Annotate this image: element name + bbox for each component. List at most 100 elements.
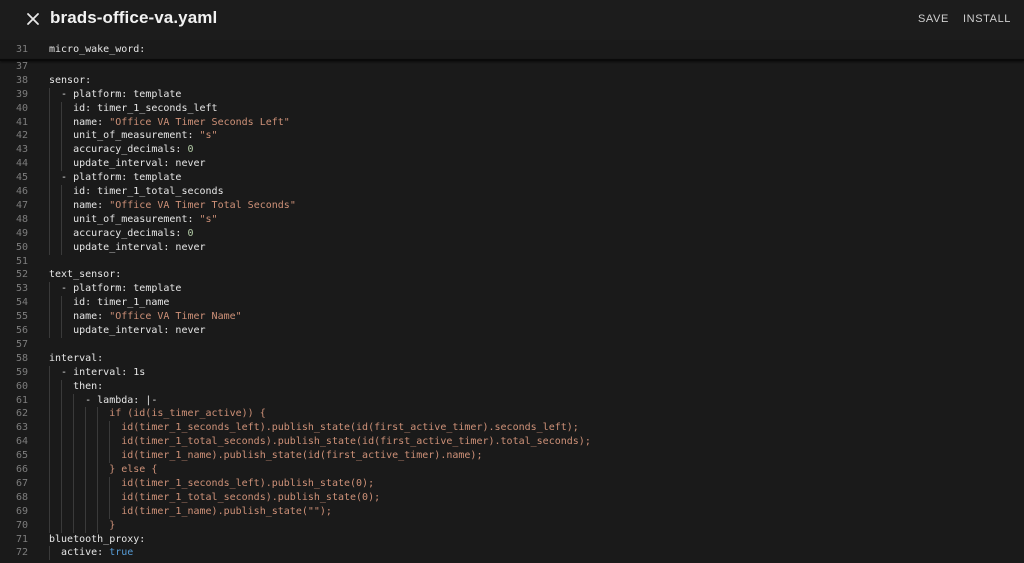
close-icon[interactable] <box>22 8 44 30</box>
indent-guide <box>61 212 63 227</box>
indent-guide <box>97 421 99 436</box>
code-token: "Office VA Timer Name" <box>109 311 242 323</box>
indent-guide <box>61 393 63 408</box>
code-token: "s" <box>199 130 218 142</box>
code-editor[interactable]: 31 micro_wake_word: 37 38 sensor: 39 - platfor… <box>0 40 1024 563</box>
code-token: - platform: template <box>61 283 182 295</box>
code-token: unit_of_measurement: <box>73 213 200 225</box>
code-line[interactable]: 57 <box>0 338 1024 352</box>
code-token: "s" <box>199 213 218 225</box>
indent-guide <box>49 421 50 436</box>
code-line[interactable]: 43 accuracy_decimals: 0 <box>0 143 1024 157</box>
code-line[interactable]: 60 then: <box>0 380 1024 394</box>
code-line[interactable]: 58 interval: <box>0 352 1024 366</box>
code-text: name: "Office VA Timer Total Seconds" <box>73 199 296 213</box>
code-line[interactable]: 40 id: timer_1_seconds_left <box>0 102 1024 116</box>
code-token: if (id(is_timer_active)) { <box>109 408 266 420</box>
code-line[interactable]: 45 - platform: template <box>0 171 1024 185</box>
line-number: 57 <box>15 338 28 350</box>
indent-guide <box>61 101 63 116</box>
indent-guide <box>49 463 50 477</box>
code-line[interactable]: 66} else { <box>0 463 1024 477</box>
code-text: - platform: template <box>61 88 181 102</box>
line-number: 50 <box>15 241 28 253</box>
code-line[interactable]: 53 - platform: template <box>0 282 1024 296</box>
code-line[interactable]: 46 id: timer_1_total_seconds <box>0 185 1024 199</box>
line-number: 53 <box>15 283 28 295</box>
indent-guide <box>73 421 75 436</box>
code-line[interactable]: 38 sensor: <box>0 74 1024 88</box>
code-line[interactable]: 63 id(timer_1_seconds_left).publish_state… <box>0 421 1024 435</box>
indent-guide <box>61 490 63 505</box>
code-line[interactable]: 48 unit_of_measurement: "s" <box>0 213 1024 227</box>
code-line[interactable]: 62 if (id(is_timer_active)) { <box>0 407 1024 421</box>
code-line[interactable]: 59 - interval: 1s <box>0 366 1024 380</box>
indent-guide <box>49 198 50 213</box>
indent-guide <box>61 310 63 325</box>
code-line[interactable]: 68 id(timer_1_total_seconds).publish_stat… <box>0 491 1024 505</box>
line-number: 51 <box>15 255 28 267</box>
indent-guide <box>49 157 50 172</box>
code-line[interactable]: 56 update_interval: never <box>0 324 1024 338</box>
indent-guide <box>61 115 63 130</box>
indent-guide <box>61 296 63 311</box>
code-line[interactable]: 51 <box>0 255 1024 269</box>
code-token: id(timer_1_total_seconds).publish_state(… <box>121 436 591 448</box>
code-line[interactable]: 39 - platform: template <box>0 88 1024 102</box>
code-text: micro_wake_word: <box>49 43 145 57</box>
indent-guide <box>61 504 63 519</box>
code-line[interactable]: 50 update_interval: never <box>0 241 1024 255</box>
code-line[interactable]: 31 micro_wake_word: <box>0 43 1024 57</box>
code-token: active: <box>61 547 110 559</box>
code-line[interactable]: 47 name: "Office VA Timer Total Seconds" <box>0 199 1024 213</box>
line-number: 41 <box>15 116 28 128</box>
indent-guide <box>73 449 75 464</box>
code-line[interactable]: 67 id(timer_1_seconds_left).publish_state… <box>0 477 1024 491</box>
code-token: update_interval: never <box>73 325 206 336</box>
code-text: active: true <box>61 546 133 560</box>
indent-guide <box>73 435 75 450</box>
code-line[interactable]: 44 update_interval: never <box>0 157 1024 171</box>
code-token: update_interval: never <box>73 241 206 253</box>
code-line[interactable]: 42 unit_of_measurement: "s" <box>0 129 1024 143</box>
line-number: 31 <box>15 44 28 55</box>
code-line[interactable]: 37 <box>0 60 1024 74</box>
code-line[interactable]: 54 id: timer_1_name <box>0 296 1024 310</box>
indent-guide <box>49 546 50 561</box>
save-button[interactable]: SAVE <box>918 13 949 25</box>
indent-guide <box>49 449 50 464</box>
install-button[interactable]: INSTALL <box>963 13 1011 25</box>
indent-guide <box>49 101 50 116</box>
indent-guide <box>85 463 87 477</box>
code-line[interactable]: 61 - lambda: |- <box>0 394 1024 408</box>
code-line[interactable]: 69 id(timer_1_name).publish_state(""); <box>0 505 1024 519</box>
code-line[interactable]: 65 id(timer_1_name).publish_state(id(firs… <box>0 449 1024 463</box>
code-line[interactable]: 72 active: true <box>0 546 1024 560</box>
code-line[interactable]: 64 id(timer_1_total_seconds).publish_stat… <box>0 435 1024 449</box>
code-line[interactable]: 41 name: "Office VA Timer Seconds Left" <box>0 116 1024 130</box>
code-line[interactable]: 70} <box>0 519 1024 533</box>
top-bar: brads-office-va.yaml SAVE INSTALL <box>0 0 1024 40</box>
code-token: 0 <box>187 144 194 156</box>
file-title: brads-office-va.yaml <box>50 8 218 27</box>
code-text: name: "Office VA Timer Name" <box>73 310 242 324</box>
code-text: bluetooth_proxy: <box>49 533 145 547</box>
line-number: 59 <box>15 366 28 378</box>
line-number: 69 <box>15 505 28 517</box>
line-number: 45 <box>15 172 28 184</box>
code-line[interactable]: 71 bluetooth_proxy: <box>0 533 1024 547</box>
code-text: text_sensor: <box>49 268 121 282</box>
line-number: 68 <box>15 491 28 503</box>
indent-guide <box>73 504 75 519</box>
code-line[interactable]: 55 name: "Office VA Timer Name" <box>0 310 1024 324</box>
indent-guide <box>49 435 50 450</box>
line-number: 56 <box>15 325 28 336</box>
code-token: text_sensor: <box>49 269 122 281</box>
line-number: 54 <box>15 297 28 309</box>
line-number: 66 <box>15 464 28 475</box>
indent-guide <box>97 449 99 464</box>
code-token: name: <box>73 311 110 323</box>
code-line[interactable]: 52 text_sensor: <box>0 268 1024 282</box>
code-line[interactable]: 49 accuracy_decimals: 0 <box>0 227 1024 241</box>
indent-guide <box>109 435 111 450</box>
